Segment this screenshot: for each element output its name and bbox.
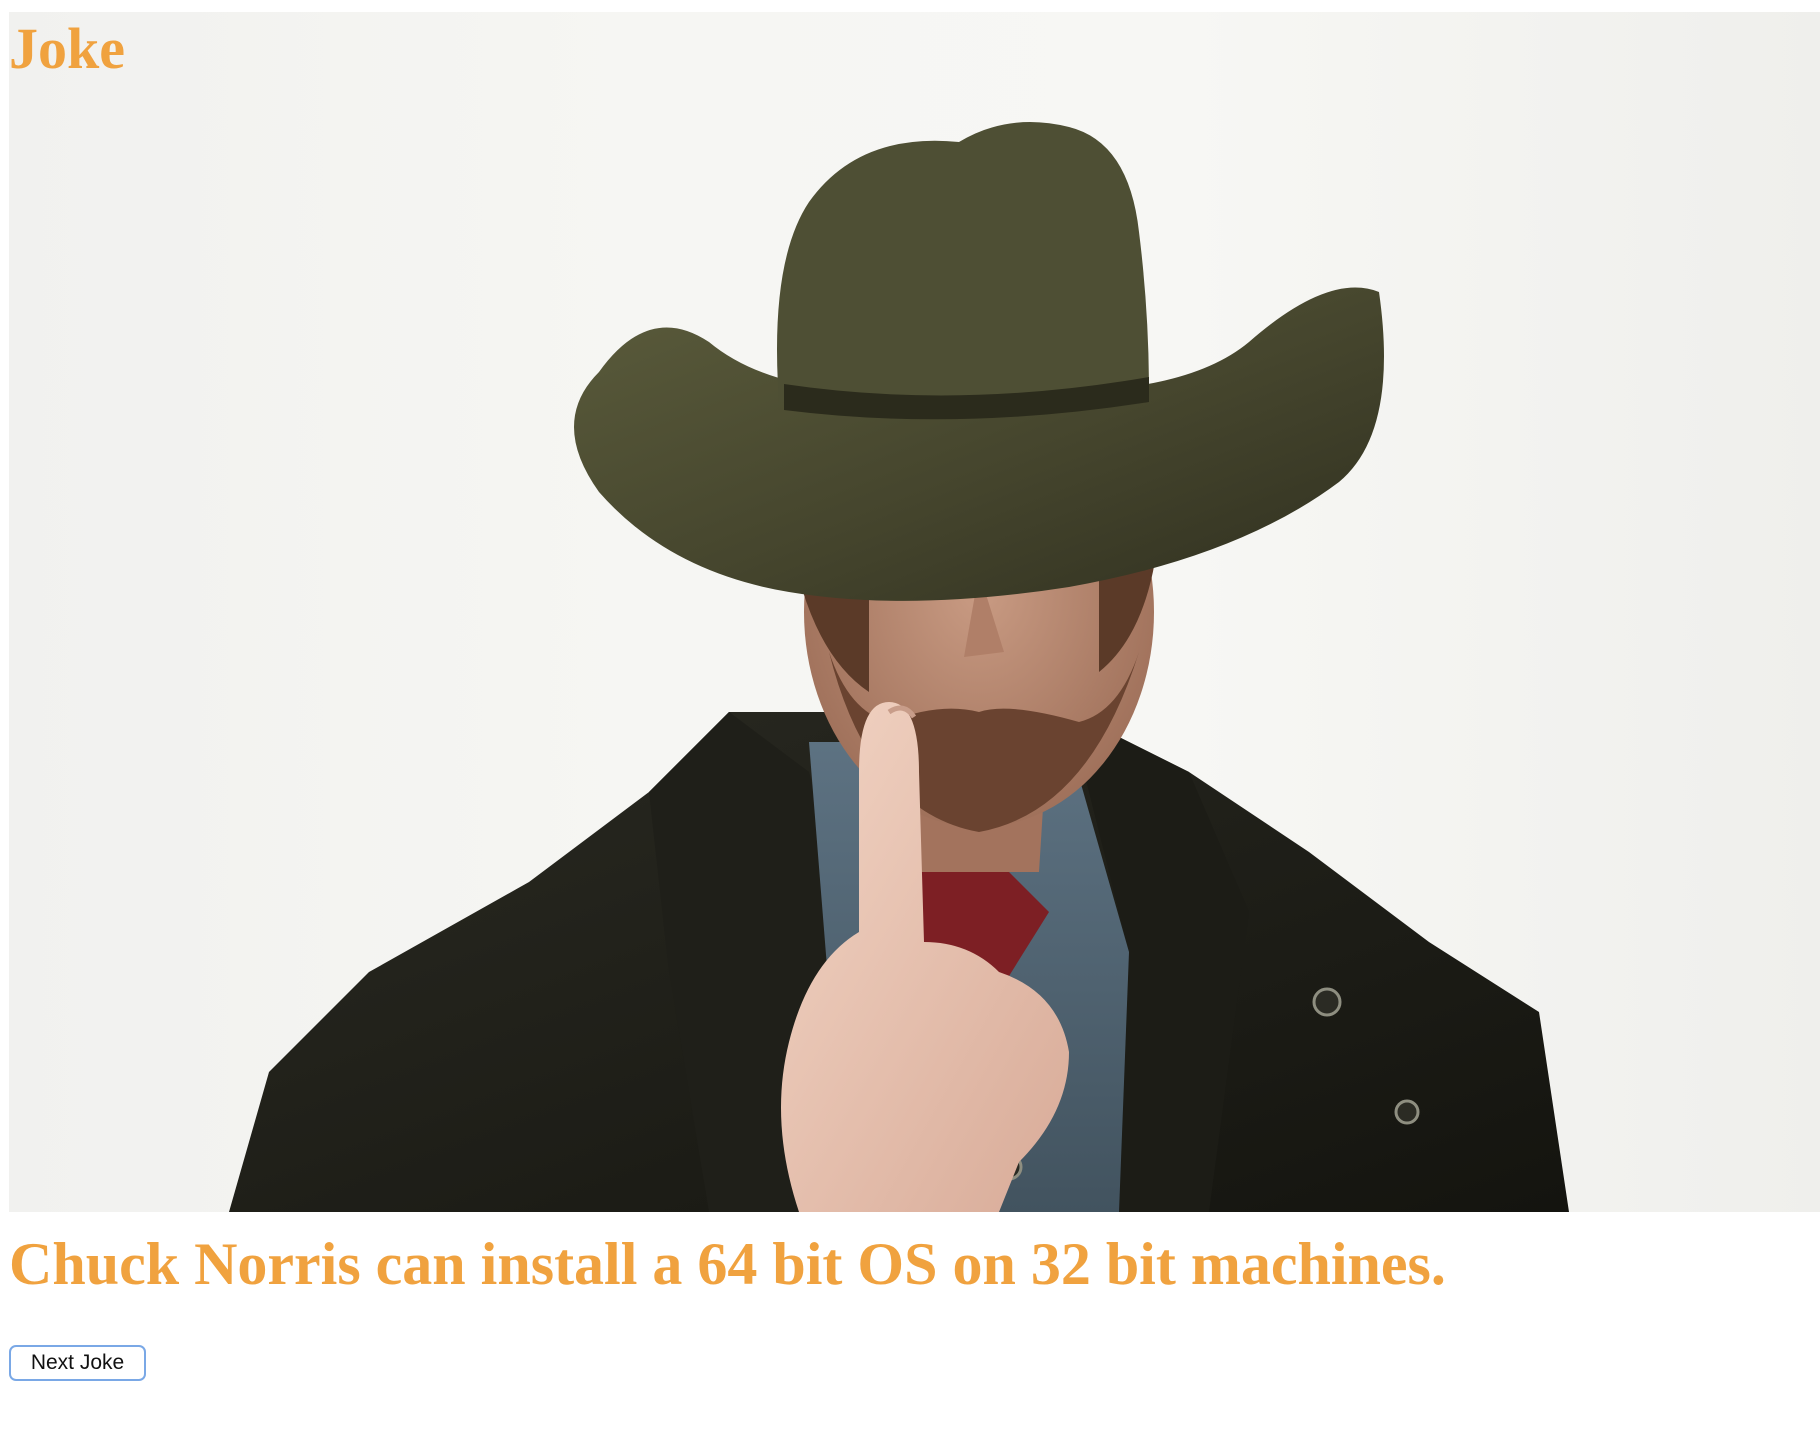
hero-photo xyxy=(9,12,1820,1212)
joke-text: Chuck Norris can install a 64 bit OS on … xyxy=(9,1231,1446,1297)
next-joke-button[interactable]: Next Joke xyxy=(9,1345,146,1381)
joke-page: Joke Chuck Norris can install a 64 bit O… xyxy=(0,0,1820,1432)
page-title: Joke xyxy=(9,16,125,81)
cowboy-photo-illustration xyxy=(229,122,1569,1212)
hat-crown xyxy=(777,122,1149,407)
